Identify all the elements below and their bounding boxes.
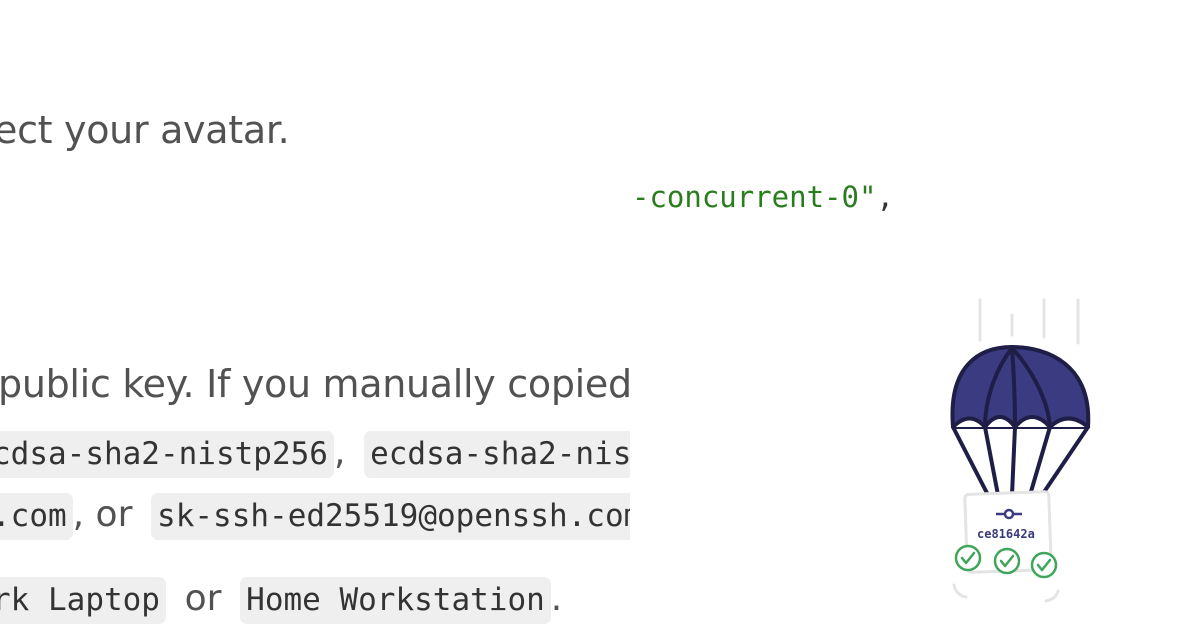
key-types-line-1: cdsa-sha2-nistp256, ecdsa-sha2-nistp384 [0,431,630,478]
help-text-panel: ect your avatar. public key. If you manu… [0,0,630,630]
separator-text: , or [72,494,133,535]
public-key-help-text: public key. If you manually copied [0,362,630,406]
example-title-code: Home Workstation [240,577,551,624]
json-string-value: -concurrent-0" [632,180,877,214]
commit-sha-label: ce81642a [977,527,1035,541]
key-type-code: cdsa-sha2-nistp256 [0,431,334,478]
json-punctuation: , [876,180,894,214]
example-title-code: rk Laptop [0,577,166,624]
key-type-code: ecdsa-sha2-nistp384 [364,431,630,478]
key-type-code: .com [0,493,73,540]
period-text: . [550,578,563,619]
title-examples-line: rk Laptop or Home Workstation. [0,577,563,624]
key-types-line-2: .com, or sk-ssh-ed25519@openssh.com [0,493,630,540]
separator-text: , [333,432,346,473]
separator-text: or [184,578,222,619]
parachute-commit-icon: ce81642a [940,295,1100,615]
key-type-code: sk-ssh-ed25519@openssh.com [151,493,630,540]
json-code-fragment: -concurrent-0", [632,180,894,214]
avatar-help-text: ect your avatar. [0,108,290,152]
